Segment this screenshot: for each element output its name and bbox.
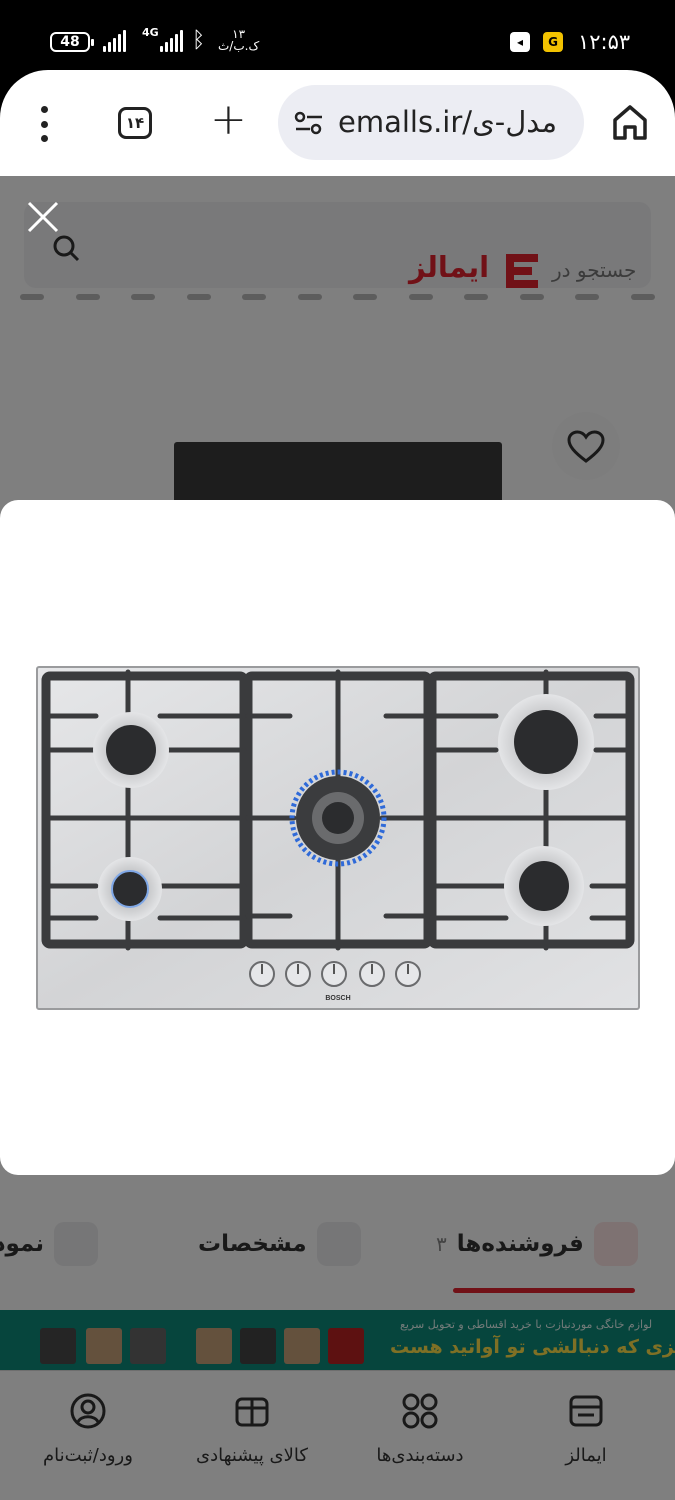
network-type: 4G <box>142 26 159 39</box>
battery-icon: 48 <box>50 32 94 52</box>
signal-icon-2 <box>160 30 183 52</box>
product-image[interactable]: BOSCH <box>36 666 640 1010</box>
clock: ۱۲:۵۳ <box>578 30 631 54</box>
net-speed: ۱۳ ک.ب/ث <box>218 27 260 53</box>
product-brand-text: BOSCH <box>325 995 350 1002</box>
bluetooth-icon: ᛒ <box>192 28 206 53</box>
browser-toolbar: ۱۴ + emalls.ir/مدل-ی <box>0 70 675 176</box>
url-text[interactable]: emalls.ir/مدل-ی <box>338 105 557 139</box>
image-viewer-modal: BOSCH <box>0 500 675 1175</box>
url-bar[interactable]: emalls.ir/مدل-ی <box>278 85 584 160</box>
tabs-button[interactable]: ۱۴ <box>118 107 152 139</box>
signal-icon <box>103 30 126 52</box>
home-icon[interactable] <box>610 102 650 142</box>
site-settings-icon[interactable] <box>294 111 324 135</box>
g-app-icon: G <box>543 32 563 52</box>
close-icon[interactable] <box>26 200 60 234</box>
telegram-icon: ◂ <box>510 32 530 52</box>
more-vert-icon[interactable] <box>32 106 56 142</box>
new-tab-plus-icon[interactable]: + <box>210 98 247 142</box>
